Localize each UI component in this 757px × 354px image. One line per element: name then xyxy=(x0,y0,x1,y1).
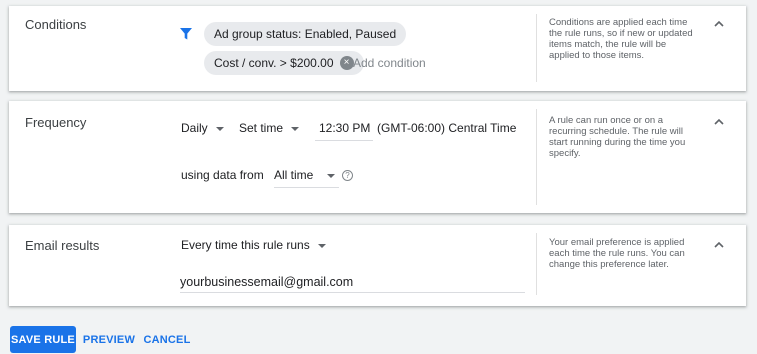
cancel-button[interactable]: CANCEL xyxy=(142,326,192,353)
data-range-dropdown[interactable]: All time xyxy=(274,168,339,188)
period-value: Daily xyxy=(181,121,208,135)
chevron-down-icon xyxy=(215,126,224,131)
vertical-divider xyxy=(536,14,537,82)
vertical-divider xyxy=(536,233,537,295)
using-data-label: using data from xyxy=(181,168,264,182)
email-help-text: Your email preference is applied each ti… xyxy=(549,237,685,270)
condition-chip-cost[interactable]: Cost / conv. > $200.00 × xyxy=(204,51,364,75)
condition-chip-label: Ad group status: Enabled, Paused xyxy=(214,27,397,41)
timezone-text: (GMT-06:00) Central Time xyxy=(377,121,517,135)
condition-chip-status[interactable]: Ad group status: Enabled, Paused xyxy=(204,22,407,46)
period-dropdown[interactable]: Daily xyxy=(181,121,224,140)
conditions-title: Conditions xyxy=(25,17,87,32)
add-condition-link[interactable]: Add condition xyxy=(353,56,426,70)
data-range-value: All time xyxy=(274,168,314,182)
chevron-up-icon[interactable] xyxy=(712,238,726,252)
time-value: 12:30 PM xyxy=(319,121,371,135)
condition-chip-label: Cost / conv. > $200.00 xyxy=(214,56,334,70)
email-frequency-value: Every time this rule runs xyxy=(181,238,310,252)
preview-button[interactable]: PREVIEW xyxy=(82,326,136,353)
time-mode-value: Set time xyxy=(239,121,284,135)
vertical-divider xyxy=(536,109,537,205)
conditions-card: Conditions Ad group status: Enabled, Pau… xyxy=(9,6,746,91)
frequency-title: Frequency xyxy=(25,115,87,130)
email-title: Email results xyxy=(25,238,100,253)
save-rule-button[interactable]: SAVE RULE xyxy=(10,326,76,353)
frequency-card: Frequency Daily Set time 12:30 PM (GMT-0… xyxy=(9,101,746,213)
email-field[interactable] xyxy=(180,275,525,293)
time-mode-dropdown[interactable]: Set time xyxy=(239,121,300,140)
email-card: Email results Every time this rule runs … xyxy=(9,225,746,306)
chevron-down-icon xyxy=(291,126,300,131)
conditions-help-text: Conditions are applied each time the rul… xyxy=(549,17,693,61)
frequency-help-text: A rule can run once or on a recurring sc… xyxy=(549,115,686,159)
question-circle-icon[interactable]: ? xyxy=(342,170,353,181)
chevron-down-icon xyxy=(317,243,326,248)
chevron-up-icon[interactable] xyxy=(712,115,726,129)
chevron-down-icon xyxy=(327,173,336,178)
chevron-up-icon[interactable] xyxy=(712,17,726,31)
email-frequency-dropdown[interactable]: Every time this rule runs xyxy=(181,238,326,257)
filter-icon xyxy=(180,27,192,40)
time-field[interactable]: 12:30 PM xyxy=(315,121,374,141)
close-icon[interactable]: × xyxy=(339,55,354,70)
